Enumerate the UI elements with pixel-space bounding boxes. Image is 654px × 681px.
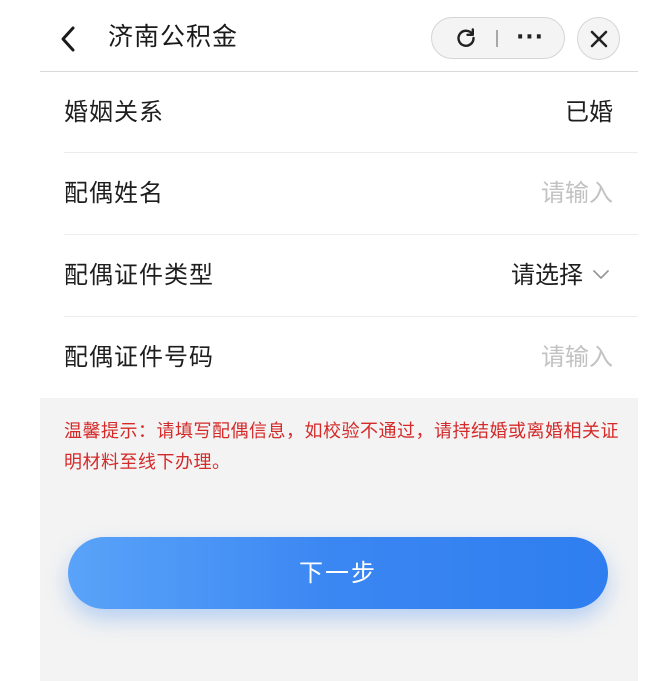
spouse-id-number-label: 配偶证件号码	[64, 343, 214, 371]
spouse-id-number-row[interactable]: 配偶证件号码 请输入	[40, 317, 638, 398]
spouse-name-input[interactable]: 请输入	[541, 176, 613, 210]
capsule-divider	[496, 30, 498, 47]
nav-bar: 济南公积金 ···	[0, 0, 654, 72]
chevron-down-icon	[593, 270, 609, 279]
more-dots-icon: ···	[515, 25, 545, 50]
mini-program-capsule: ···	[431, 17, 565, 59]
spouse-name-row[interactable]: 配偶姓名 请输入	[40, 153, 638, 234]
marital-status-label: 婚姻关系	[64, 98, 164, 126]
refresh-button[interactable]	[446, 18, 486, 57]
spouse-id-type-row[interactable]: 配偶证件类型 请选择	[40, 235, 638, 316]
marital-status-row[interactable]: 婚姻关系 已婚	[40, 72, 638, 153]
close-button[interactable]	[577, 17, 620, 60]
chevron-left-icon	[61, 26, 75, 52]
spouse-id-type-select[interactable]: 请选择	[511, 258, 583, 292]
spouse-name-label: 配偶姓名	[64, 179, 164, 207]
next-step-button[interactable]: 下一步	[68, 537, 608, 609]
spouse-info-form: 婚姻关系 已婚 配偶姓名 请输入 配偶证件类型 请选择 配偶证件号码 请输入	[40, 72, 638, 398]
more-button[interactable]: ···	[506, 18, 554, 57]
refresh-icon	[457, 27, 475, 47]
close-icon	[590, 30, 607, 47]
marital-status-value: 已婚	[565, 98, 613, 126]
spouse-id-type-label: 配偶证件类型	[64, 261, 214, 289]
page-title: 济南公积金	[108, 22, 239, 51]
spouse-id-number-input[interactable]: 请输入	[541, 340, 613, 374]
warm-tip-text: 温馨提示：请填写配偶信息，如校验不通过，请持结婚或离婚相关证明材料至线下办理。	[64, 421, 619, 473]
back-button[interactable]	[54, 22, 84, 56]
